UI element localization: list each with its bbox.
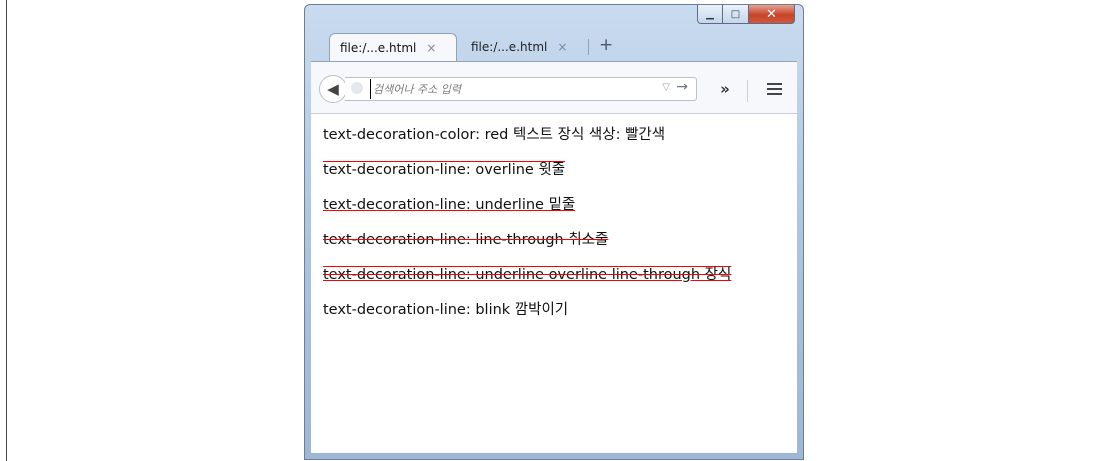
toolbar-separator bbox=[747, 80, 748, 102]
tab-strip: file:/...e.html × file:/...e.html × + bbox=[329, 31, 803, 61]
tab-2[interactable]: file:/...e.html × bbox=[461, 33, 587, 61]
hamburger-menu-icon[interactable] bbox=[759, 75, 789, 103]
maximize-button[interactable]: □ bbox=[723, 5, 749, 24]
close-icon: ✕ bbox=[766, 6, 777, 22]
page-edge-line bbox=[6, 0, 7, 461]
back-arrow-icon: ◀ bbox=[327, 80, 339, 98]
tab-1[interactable]: file:/...e.html × bbox=[329, 33, 457, 61]
url-bar[interactable]: ▽ → bbox=[345, 77, 697, 101]
dropdown-icon[interactable]: ▽ bbox=[662, 82, 670, 93]
line-line-through: text-decoration-line: line-through 취소줄 bbox=[323, 232, 609, 248]
line-blink: text-decoration-line: blink 깜박이기 bbox=[323, 302, 569, 318]
close-window-button[interactable]: ✕ bbox=[749, 5, 795, 24]
url-input[interactable] bbox=[370, 79, 620, 99]
minimize-button[interactable]: ▁ bbox=[697, 5, 723, 24]
line-all-decorations: text-decoration-line: underline overline… bbox=[323, 267, 732, 283]
minimize-icon: ▁ bbox=[706, 8, 714, 20]
new-tab-button[interactable]: + bbox=[599, 35, 613, 55]
tab-1-label: file:/...e.html bbox=[340, 40, 417, 55]
page-content: text-decoration-color: red 텍스트 장식 색상: 빨간… bbox=[311, 113, 797, 453]
go-arrow-icon[interactable]: → bbox=[676, 79, 688, 95]
maximize-icon: □ bbox=[730, 8, 741, 20]
tab-2-close-icon[interactable]: × bbox=[557, 40, 567, 54]
back-button[interactable]: ◀ bbox=[319, 75, 347, 103]
site-identity-icon[interactable] bbox=[351, 82, 363, 94]
tab-2-label: file:/...e.html bbox=[471, 40, 548, 54]
line-decoration-color: text-decoration-color: red 텍스트 장식 색상: 빨간… bbox=[323, 127, 666, 143]
overflow-chevron-icon[interactable]: » bbox=[712, 75, 738, 103]
tab-separator bbox=[588, 39, 589, 55]
line-underline: text-decoration-line: underline 밑줄 bbox=[323, 197, 576, 213]
navigation-toolbar: ◀ ▽ → » bbox=[311, 61, 797, 114]
line-overline: text-decoration-line: overline 윗줄 bbox=[323, 162, 566, 178]
browser-window: ▁ □ ✕ file:/...e.html × file:/...e.html … bbox=[304, 4, 804, 460]
tab-1-close-icon[interactable]: × bbox=[426, 41, 436, 55]
window-caption-buttons: ▁ □ ✕ bbox=[697, 5, 795, 25]
